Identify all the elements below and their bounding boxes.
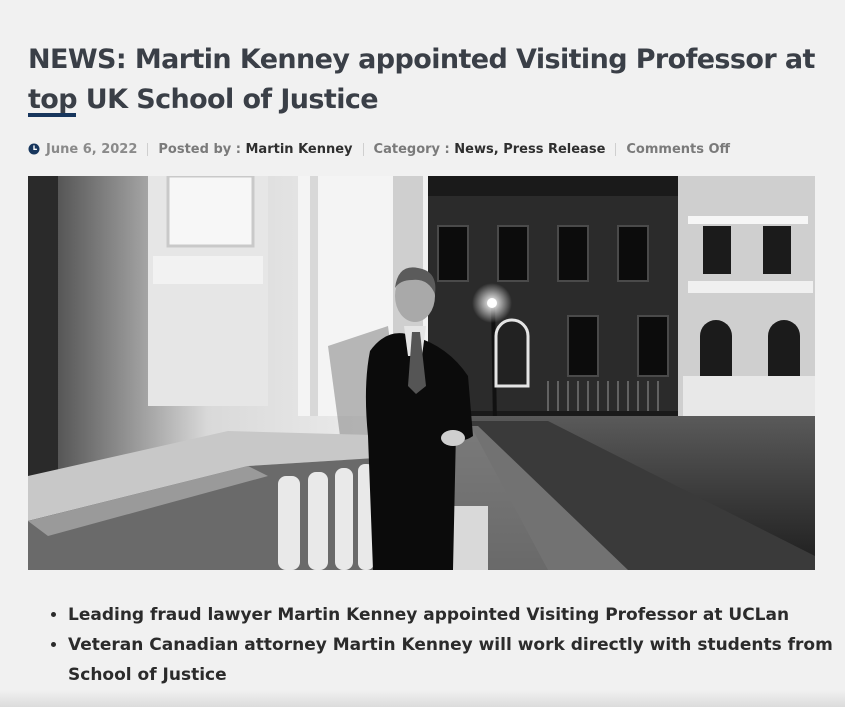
article-title: NEWS: Martin Kenney appointed Visiting P… <box>28 44 815 116</box>
bottom-fade <box>0 690 845 707</box>
author-link[interactable]: Martin Kenney <box>246 142 353 157</box>
meta-divider <box>362 142 364 156</box>
meta-divider <box>147 142 149 156</box>
category-link-press-release[interactable]: Press Release <box>503 142 605 157</box>
list-item: Veteran Canadian attorney Martin Kenney … <box>68 630 845 690</box>
featured-photo <box>28 176 815 570</box>
key-points-list: Leading fraud lawyer Martin Kenney appoi… <box>30 600 845 690</box>
list-item: Leading fraud lawyer Martin Kenney appoi… <box>68 600 845 630</box>
featured-photo-illustration <box>28 176 815 570</box>
title-underline <box>28 113 76 117</box>
meta-divider <box>615 142 617 156</box>
category-label: Category : <box>373 141 450 157</box>
comments-status: Comments Off <box>626 141 731 157</box>
clock-icon <box>28 143 40 155</box>
category-link-news[interactable]: News <box>454 142 493 157</box>
posted-by-label: Posted by : <box>158 141 241 157</box>
article-meta: June 6, 2022 Posted by : Martin Kenney C… <box>28 140 730 158</box>
post-date[interactable]: June 6, 2022 <box>46 142 137 157</box>
